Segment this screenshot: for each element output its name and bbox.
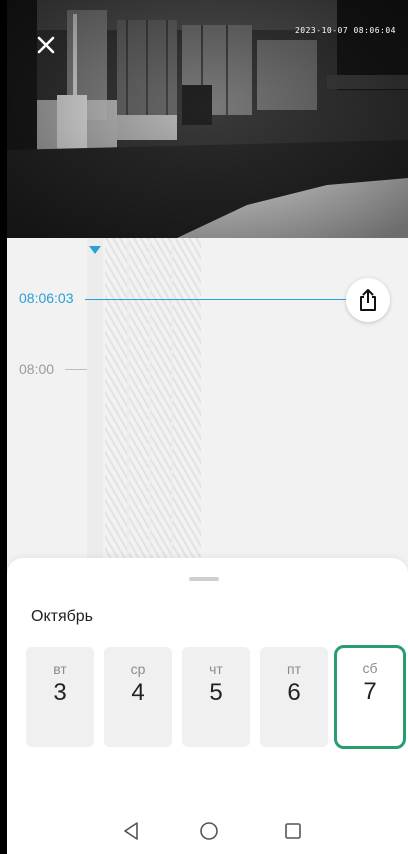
recents-icon: [285, 823, 301, 839]
close-icon: [37, 36, 55, 54]
time-tick-line: [65, 369, 87, 370]
share-button[interactable]: [346, 278, 390, 322]
playback-timeline[interactable]: 08:06:03 08:00: [7, 238, 408, 578]
weekday-label: сб: [362, 660, 378, 676]
timeline-track[interactable]: [87, 238, 103, 562]
home-icon: [200, 822, 218, 840]
date-number: 4: [131, 679, 145, 706]
date-number: 3: [53, 679, 67, 706]
day-item[interactable]: чт 5: [182, 647, 250, 747]
current-time-line[interactable]: [85, 299, 355, 300]
day-list: вт 3 ср 4 чт 5 пт 6 сб 7: [26, 645, 408, 749]
day-item[interactable]: вт 3: [26, 647, 94, 747]
timeline-end-marker-icon: [89, 246, 101, 254]
weekday-label: ср: [130, 661, 146, 677]
camera-view: 2023-10-07 08:06:04: [7, 0, 408, 238]
system-navigation-bar: [7, 808, 408, 854]
time-tick-label: 08:00: [19, 361, 55, 377]
back-icon: [124, 822, 138, 840]
camera-timestamp: 2023-10-07 08:06:04: [294, 26, 396, 35]
weekday-label: пт: [287, 661, 301, 677]
date-number: 5: [209, 679, 223, 706]
current-time-label: 08:06:03: [19, 290, 74, 306]
day-item[interactable]: пт 6: [260, 647, 328, 747]
back-button[interactable]: [111, 816, 151, 846]
recorded-segments[interactable]: [105, 238, 201, 562]
close-button[interactable]: [29, 28, 63, 62]
date-number: 6: [287, 679, 301, 706]
month-label: Октябрь: [31, 608, 94, 625]
camera-image: [7, 0, 408, 238]
day-item[interactable]: ср 4: [104, 647, 172, 747]
weekday-label: чт: [209, 661, 223, 677]
screen-edge: [0, 0, 7, 854]
share-icon: [360, 289, 376, 311]
home-button[interactable]: [189, 816, 229, 846]
sheet-drag-handle[interactable]: [189, 577, 219, 581]
date-number: 7: [363, 678, 377, 705]
day-item-selected[interactable]: сб 7: [334, 645, 406, 749]
weekday-label: вт: [53, 661, 67, 677]
recents-button[interactable]: [273, 816, 313, 846]
